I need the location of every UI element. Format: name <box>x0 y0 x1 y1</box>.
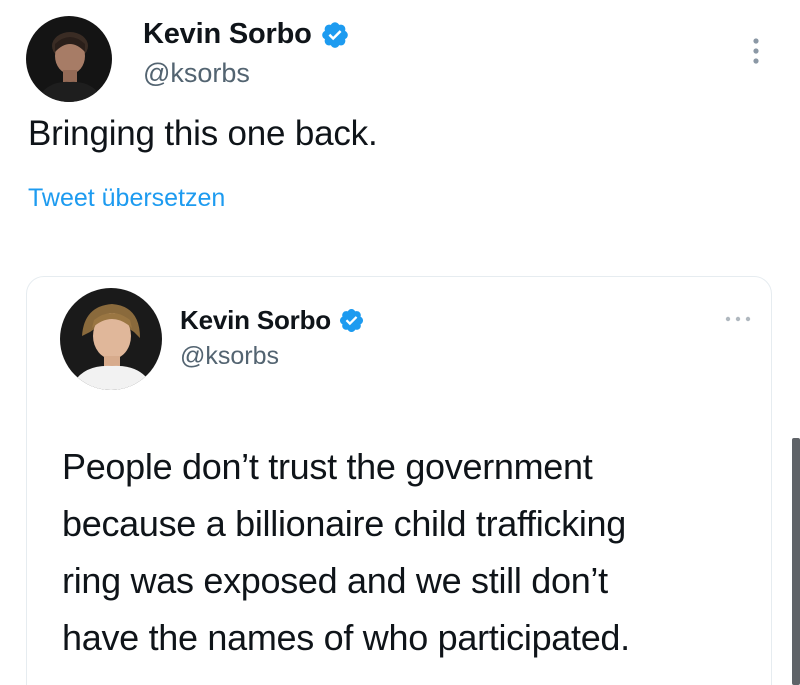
translate-tweet-link[interactable]: Tweet übersetzen <box>28 184 225 213</box>
quoted-text-line: People don’t trust the government <box>62 446 593 487</box>
more-options-icon[interactable] <box>744 36 768 66</box>
quoted-author-line: Kevin Sorbo <box>180 305 365 336</box>
tweet-text: Bringing this one back. <box>28 114 378 153</box>
quoted-text-line: ring was exposed and we still don’t <box>62 560 608 601</box>
author-line: Kevin Sorbo <box>143 18 350 51</box>
quoted-more-options-icon[interactable] <box>724 314 752 324</box>
quoted-author-avatar[interactable] <box>60 288 162 390</box>
verified-badge-icon <box>321 21 348 48</box>
scrollbar[interactable] <box>792 438 800 685</box>
author-avatar[interactable] <box>26 16 112 102</box>
verified-badge-icon <box>339 308 363 333</box>
tweet-screenshot: Kevin Sorbo @ksorbs Bringing this one ba… <box>0 0 800 685</box>
quoted-tweet-text: People don’t trust the government becaus… <box>62 438 772 666</box>
quoted-text-line: have the names of who participated. <box>62 617 630 658</box>
quoted-author-handle[interactable]: @ksorbs <box>180 342 279 371</box>
quoted-author-display-name[interactable]: Kevin Sorbo <box>180 305 331 336</box>
author-handle[interactable]: @ksorbs <box>143 58 250 89</box>
quoted-text-line: because a billionaire child trafficking <box>62 503 626 544</box>
author-display-name[interactable]: Kevin Sorbo <box>143 18 312 51</box>
